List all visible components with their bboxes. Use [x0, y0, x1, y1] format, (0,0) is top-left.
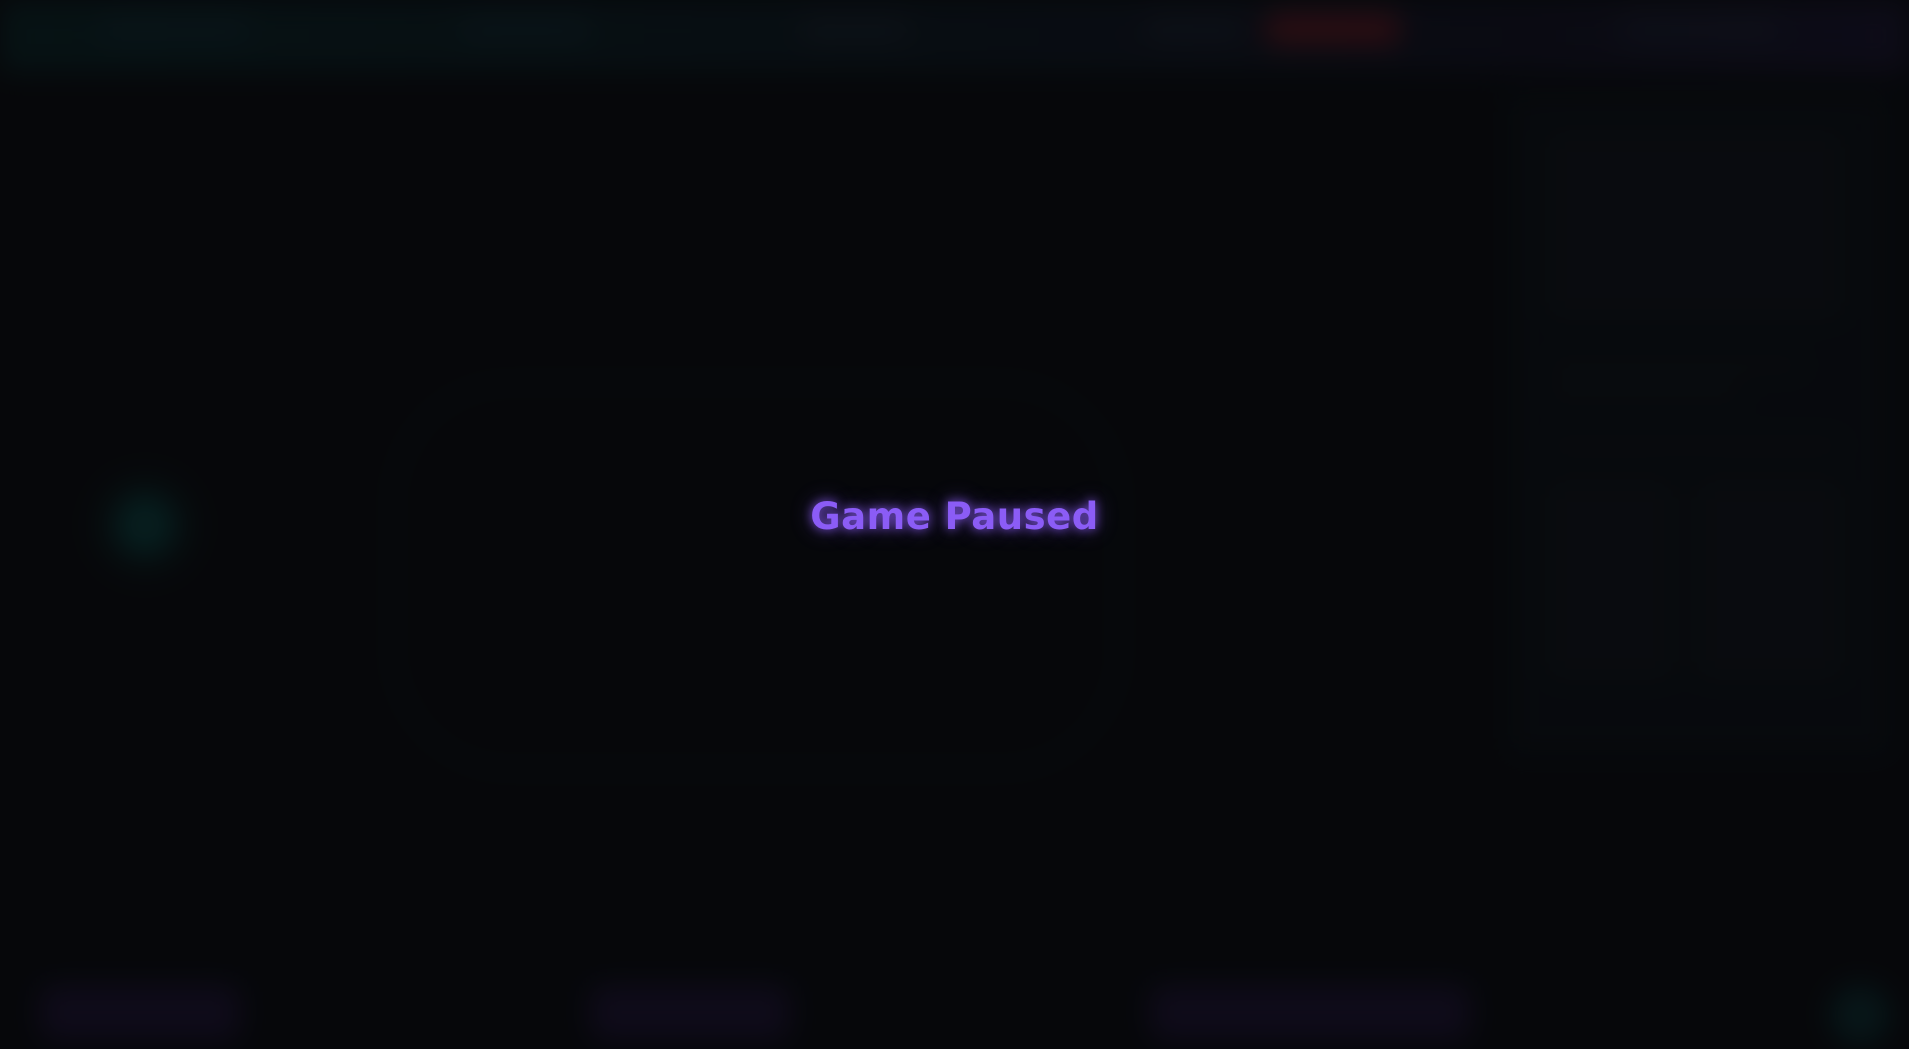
game-screen: Game Paused: [0, 0, 1909, 1049]
pause-title: Game Paused: [810, 495, 1099, 538]
pause-overlay: Game Paused: [0, 0, 1909, 1049]
